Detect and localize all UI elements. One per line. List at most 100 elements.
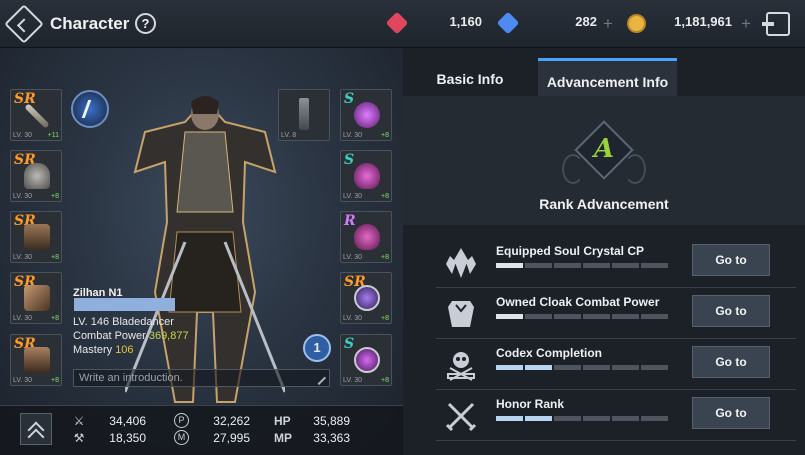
mastery-value: 106 <box>115 344 134 356</box>
stats-bar <box>0 405 403 455</box>
goto-button[interactable]: Go to <box>692 346 770 378</box>
progress-segment <box>496 365 523 370</box>
preset-badge[interactable]: 1 <box>303 334 331 362</box>
equip-slot-offhand[interactable]: LV. 8 <box>278 89 330 141</box>
tab-advancement-info[interactable]: Advancement Info <box>538 58 677 96</box>
progress-segment <box>641 365 668 370</box>
dagger-icon <box>299 98 309 130</box>
goto-button[interactable]: Go to <box>692 397 770 429</box>
red-gem-count: 1,160 <box>449 14 482 29</box>
equip-slot-gloves[interactable]: SR LV. 30 +8 <box>10 272 62 324</box>
enhance-level: +8 <box>51 377 59 384</box>
requirement-title: Owned Cloak Combat Power <box>496 295 660 309</box>
enhance-level: +8 <box>51 254 59 261</box>
progress-segment <box>612 416 639 421</box>
item-level: LV. 30 <box>13 315 33 322</box>
equip-slot-helmet[interactable]: SR LV. 30 +8 <box>10 150 62 202</box>
goto-button[interactable]: Go to <box>692 244 770 276</box>
boots-icon <box>24 347 50 373</box>
earring-icon <box>354 224 380 250</box>
name-highlight <box>74 298 175 311</box>
introduction-placeholder: Write an introduction. <box>79 372 183 384</box>
requirement-row: Equipped Soul Crystal CP Go to <box>436 238 796 288</box>
equip-slot-earring-1[interactable]: S LV. 30 +8 <box>340 150 392 202</box>
ring-icon <box>354 285 380 311</box>
progress-segment <box>583 416 610 421</box>
introduction-input[interactable]: Write an introduction. <box>73 369 330 387</box>
progress-segment <box>641 314 668 319</box>
red-gem-icon <box>385 11 409 35</box>
armor-icon <box>24 224 50 250</box>
grade-label: S <box>344 336 355 352</box>
grade-label: R <box>344 213 356 229</box>
mp-value: 33,363 <box>313 431 350 445</box>
item-level: LV. 30 <box>343 377 363 384</box>
equip-slot-armor[interactable]: SR LV. 30 +8 <box>10 211 62 263</box>
equip-slot-earring-2[interactable]: R LV. 30 +8 <box>340 211 392 263</box>
combat-power-value: 369,877 <box>148 330 189 342</box>
progress-segment <box>612 314 639 319</box>
blue-gem-count: 282 <box>575 14 597 29</box>
necklace-icon <box>354 102 380 128</box>
p-stat-icon: P <box>174 413 189 428</box>
character-model <box>125 96 285 403</box>
goto-button[interactable]: Go to <box>692 295 770 327</box>
progress-segment <box>496 263 523 268</box>
enhance-level: +8 <box>51 315 59 322</box>
equip-slot-necklace[interactable]: S LV. 30 +8 <box>340 89 392 141</box>
progress-segment <box>554 416 581 421</box>
gold-coin-icon <box>627 14 646 33</box>
gold-count: 1,181,961 <box>674 14 732 29</box>
collapse-button[interactable] <box>20 413 52 446</box>
earring-icon <box>354 163 380 189</box>
requirement-title: Codex Completion <box>496 346 603 360</box>
progress-segment <box>496 314 523 319</box>
pencil-icon[interactable] <box>311 370 327 386</box>
hp-label: HP <box>274 414 291 428</box>
requirement-row: Honor Rank Go to <box>436 391 796 441</box>
blue-gem-icon <box>496 11 520 35</box>
p-stat-value: 32,262 <box>213 414 250 428</box>
tab-basic-info[interactable]: Basic Info <box>420 58 520 96</box>
crossed-swords-icon <box>445 402 477 432</box>
attack-value: 34,406 <box>109 414 146 428</box>
hp-value: 35,889 <box>313 414 350 428</box>
equip-slot-weapon[interactable]: SR LV. 30 +11 <box>10 89 62 141</box>
progress-segment <box>641 263 668 268</box>
sword-icon <box>24 103 50 129</box>
progress-segment <box>641 416 668 421</box>
defense-icon: ⚒ <box>73 431 85 445</box>
item-level: LV. 30 <box>13 193 33 200</box>
requirement-title: Honor Rank <box>496 397 565 411</box>
item-level: LV. 30 <box>13 132 33 139</box>
add-gold-button[interactable]: + <box>741 14 751 34</box>
progress-segment <box>525 365 552 370</box>
exit-icon[interactable] <box>762 12 790 36</box>
combat-power-line: Combat Power 369,877 <box>73 330 189 342</box>
progress-segment <box>612 263 639 268</box>
add-blue-gem-button[interactable]: + <box>603 14 613 34</box>
equip-slot-boots[interactable]: SR LV. 30 +8 <box>10 334 62 386</box>
item-level: LV. 30 <box>343 254 363 261</box>
enhance-level: +8 <box>381 254 389 261</box>
help-button[interactable]: ? <box>135 13 156 34</box>
lightning-skill-icon[interactable] <box>71 90 109 128</box>
grade-label: S <box>344 152 355 168</box>
soul-crystal-icon <box>446 248 476 278</box>
m-stat-icon: M <box>174 430 189 445</box>
attack-icon: ⚔ <box>73 414 85 428</box>
m-stat-value: 27,995 <box>213 431 250 445</box>
requirement-title: Equipped Soul Crystal CP <box>496 244 645 258</box>
progress-segment <box>612 365 639 370</box>
item-level: LV. 30 <box>343 315 363 322</box>
back-icon[interactable] <box>4 4 44 44</box>
cloak-icon <box>448 301 474 327</box>
equip-slot-ring-1[interactable]: SR LV. 30 +8 <box>340 272 392 324</box>
equip-slot-ring-2[interactable]: S LV. 30 +8 <box>340 334 392 386</box>
enhance-level: +8 <box>381 193 389 200</box>
ring-icon <box>354 347 380 373</box>
item-level: LV. 30 <box>343 132 363 139</box>
progress-segment <box>583 263 610 268</box>
rank-emblem: A <box>562 120 646 190</box>
enhance-level: +8 <box>51 193 59 200</box>
